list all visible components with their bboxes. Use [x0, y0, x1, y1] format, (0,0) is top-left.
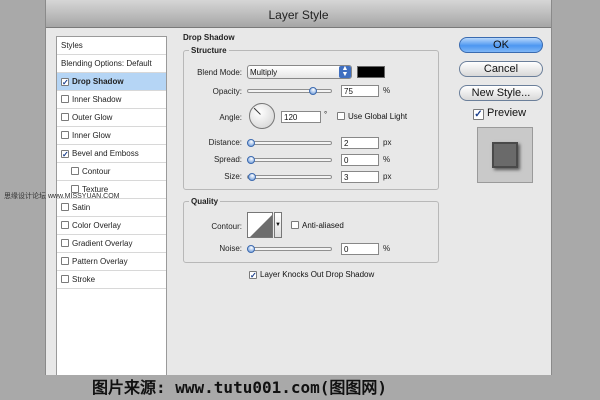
opacity-unit: %: [383, 86, 391, 95]
size-label: Size:: [224, 172, 242, 181]
ok-button[interactable]: OK: [459, 37, 543, 53]
checkbox-checked-icon[interactable]: ✓: [473, 109, 484, 120]
noise-slider[interactable]: [247, 247, 332, 251]
checkbox-icon[interactable]: [337, 112, 345, 120]
style-item-satin[interactable]: Satin: [57, 199, 166, 217]
contour-curve-icon: [250, 215, 272, 237]
spread-input[interactable]: 0: [341, 154, 379, 166]
cancel-button[interactable]: Cancel: [459, 61, 543, 77]
noise-unit: %: [383, 244, 391, 253]
angle-dial-needle: [253, 107, 261, 115]
checkbox-icon[interactable]: [61, 221, 69, 229]
style-item-bevel-emboss[interactable]: ✓ Bevel and Emboss: [57, 145, 166, 163]
checkbox-icon[interactable]: [61, 257, 69, 265]
size-slider[interactable]: [247, 175, 332, 179]
blending-options-item[interactable]: Blending Options: Default: [57, 55, 166, 73]
bottom-watermark: 图片来源: www.tutu001.com(图图网): [92, 378, 388, 397]
angle-input[interactable]: 120: [281, 111, 321, 123]
shadow-color-swatch[interactable]: [357, 66, 385, 78]
title-bar[interactable]: Layer Style: [46, 0, 551, 28]
distance-input[interactable]: 2: [341, 137, 379, 149]
preview-thumbnail: [477, 127, 533, 183]
distance-label: Distance:: [208, 138, 242, 147]
angle-label: Angle:: [219, 113, 242, 122]
new-style-button[interactable]: New Style...: [459, 85, 543, 101]
style-item-stroke[interactable]: Stroke: [57, 271, 166, 289]
opacity-label: Opacity:: [212, 87, 242, 96]
quality-title: Quality: [189, 197, 221, 206]
spread-unit: %: [383, 155, 391, 164]
noise-input[interactable]: 0: [341, 243, 379, 255]
style-item-outer-glow[interactable]: Outer Glow: [57, 109, 166, 127]
opacity-slider[interactable]: [247, 89, 332, 93]
styles-header[interactable]: Styles: [57, 37, 166, 55]
opacity-input[interactable]: 75: [341, 85, 379, 97]
drop-shadow-title: Drop Shadow: [183, 33, 235, 42]
side-watermark: 思缘设计论坛 www.MISSYUAN.COM: [4, 193, 120, 200]
preview-checkbox[interactable]: ✓ Preview: [473, 107, 526, 120]
style-item-inner-shadow[interactable]: Inner Shadow: [57, 91, 166, 109]
structure-title: Structure: [189, 46, 229, 55]
checkbox-icon[interactable]: [61, 113, 69, 121]
checkbox-icon[interactable]: [291, 221, 299, 229]
angle-unit: °: [324, 110, 328, 119]
style-item-drop-shadow[interactable]: ✓ Drop Shadow: [57, 73, 166, 91]
noise-label: Noise:: [219, 244, 242, 253]
contour-picker[interactable]: [247, 212, 273, 238]
spread-slider[interactable]: [247, 158, 332, 162]
checkbox-icon[interactable]: [61, 275, 69, 283]
size-unit: px: [383, 172, 392, 181]
distance-unit: px: [383, 138, 392, 147]
contour-dropdown-arrow-icon[interactable]: ▼: [274, 212, 282, 238]
dialog-title: Layer Style: [268, 8, 329, 22]
contour-label: Contour:: [211, 222, 242, 231]
checkbox-icon[interactable]: [71, 167, 79, 175]
checkbox-checked-icon[interactable]: ✓: [61, 78, 69, 87]
size-input[interactable]: 3: [341, 171, 379, 183]
use-global-light-checkbox[interactable]: Use Global Light: [337, 112, 407, 121]
knockout-checkbox[interactable]: ✓ Layer Knocks Out Drop Shadow: [249, 270, 374, 280]
style-item-gradient-overlay[interactable]: Gradient Overlay: [57, 235, 166, 253]
spread-label: Spread:: [213, 155, 242, 164]
style-item-color-overlay[interactable]: Color Overlay: [57, 217, 166, 235]
checkbox-icon[interactable]: [61, 203, 69, 211]
layer-style-dialog: Layer Style Styles Blending Options: Def…: [45, 0, 552, 375]
quality-group: [183, 201, 439, 263]
style-item-pattern-overlay[interactable]: Pattern Overlay: [57, 253, 166, 271]
styles-list: Styles Blending Options: Default ✓ Drop S…: [56, 36, 167, 375]
distance-slider[interactable]: [247, 141, 332, 145]
checkbox-icon[interactable]: [61, 239, 69, 247]
select-arrows-icon[interactable]: ▲ ▼: [339, 65, 351, 78]
blend-mode-label: Blend Mode:: [197, 68, 242, 77]
angle-dial[interactable]: [249, 103, 275, 129]
anti-aliased-checkbox[interactable]: Anti-aliased: [291, 221, 344, 230]
blend-mode-select[interactable]: Multiply: [247, 65, 352, 79]
preview-swatch: [492, 142, 518, 168]
style-item-inner-glow[interactable]: Inner Glow: [57, 127, 166, 145]
style-item-contour[interactable]: Contour: [57, 163, 166, 181]
checkbox-icon[interactable]: [61, 95, 69, 103]
checkbox-checked-icon[interactable]: ✓: [249, 271, 257, 280]
checkbox-checked-icon[interactable]: ✓: [61, 150, 69, 159]
checkbox-icon[interactable]: [61, 131, 69, 139]
